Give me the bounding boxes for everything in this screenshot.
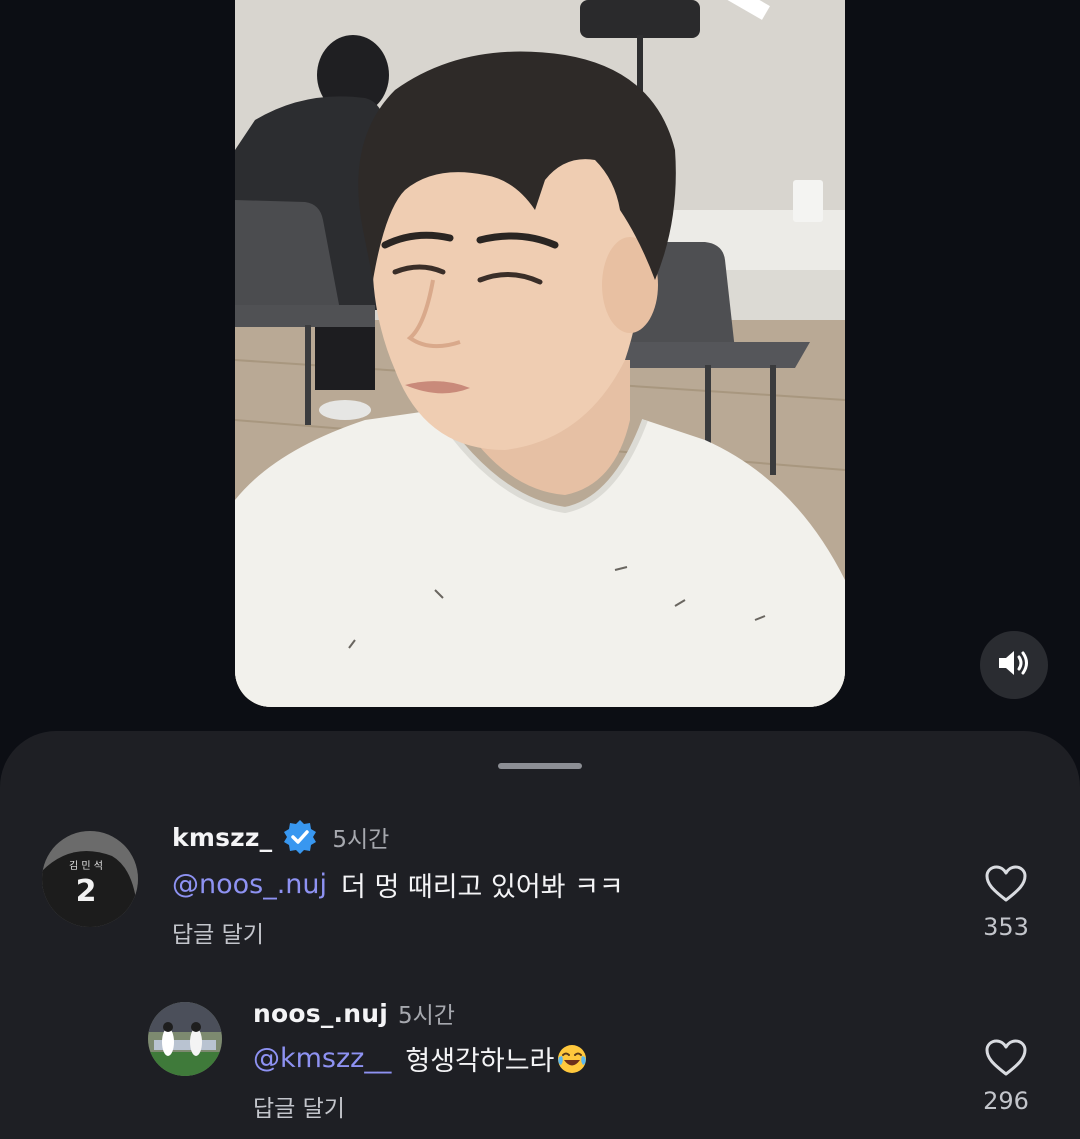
like-button[interactable]: 353: [961, 865, 1051, 941]
comment-body: @kmszz__ 형생각하느라: [253, 1039, 588, 1078]
volume-button[interactable]: [980, 631, 1048, 699]
svg-text:2: 2: [76, 874, 97, 909]
video-player[interactable]: [235, 0, 845, 707]
comment-text: 더 멍 때리고 있어봐 ㅋㅋ: [341, 872, 624, 903]
svg-text:김 민 석: 김 민 석: [69, 860, 103, 872]
mention-link[interactable]: @kmszz__: [253, 1043, 391, 1074]
like-button[interactable]: 296: [961, 1039, 1051, 1115]
comment-header: kmszz_ 5시간: [172, 819, 389, 855]
like-count: 296: [983, 1087, 1029, 1115]
avatar-image: [148, 1002, 222, 1076]
comment-text: 형생각하느라: [405, 1046, 555, 1077]
avatar[interactable]: 2 김 민 석: [42, 831, 138, 927]
comments-sheet: 2 김 민 석 kmszz_ 5시간 @noos_.nuj 더 멍 때리고 있어…: [0, 731, 1080, 1139]
mention-link[interactable]: @noos_.nuj: [172, 869, 327, 900]
username[interactable]: kmszz_: [172, 823, 272, 852]
heart-icon: [985, 1039, 1027, 1081]
comment-time: 5시간: [398, 1003, 455, 1029]
avatar-image: 2 김 민 석: [42, 831, 138, 927]
avatar[interactable]: [148, 1002, 222, 1076]
video-frame: [235, 0, 845, 707]
comment-body: @noos_.nuj 더 멍 때리고 있어봐 ㅋㅋ: [172, 865, 624, 904]
reply-button[interactable]: 답글 달기: [172, 915, 264, 949]
reply-button[interactable]: 답글 달기: [253, 1089, 345, 1123]
tears-of-joy-emoji-icon: [556, 1043, 588, 1075]
comment-header: noos_.nuj 5시간: [253, 996, 455, 1030]
reel-comments-screen: 2 김 민 석 kmszz_ 5시간 @noos_.nuj 더 멍 때리고 있어…: [0, 0, 1080, 1139]
heart-icon: [985, 865, 1027, 907]
drag-handle[interactable]: [498, 763, 582, 769]
like-count: 353: [983, 913, 1029, 941]
verified-badge-icon: [282, 819, 318, 855]
comment-time: 5시간: [332, 827, 390, 853]
username[interactable]: noos_.nuj: [253, 999, 388, 1028]
speaker-icon: [997, 648, 1031, 682]
